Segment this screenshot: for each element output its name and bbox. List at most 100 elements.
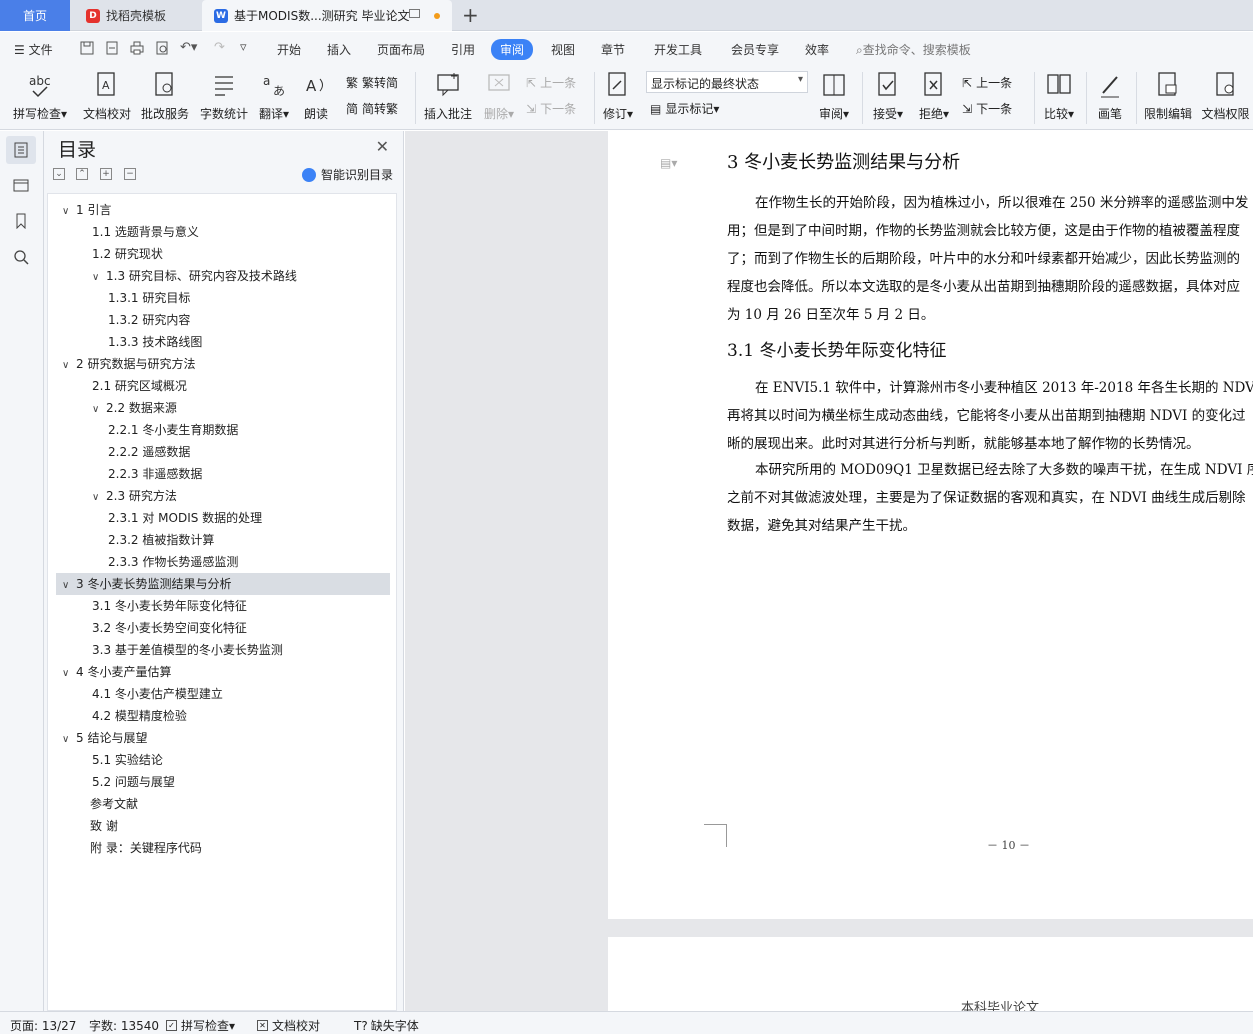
toc-item[interactable]: 2.3.2 植被指数计算 xyxy=(56,529,390,551)
toc-item[interactable]: ∨ 1 引言 xyxy=(56,199,390,221)
toc-item[interactable]: 2.3.3 作物长势遥感监测 xyxy=(56,551,390,573)
promote-level-icon[interactable]: + xyxy=(100,168,112,180)
close-icon[interactable]: ✕ xyxy=(376,137,389,156)
tab-document[interactable]: W 基于MODIS数...测研究 毕业论文 xyxy=(202,0,452,31)
prev-change-button[interactable]: ⇱ 上一条 xyxy=(962,74,1012,91)
print-icon[interactable] xyxy=(130,41,146,55)
collapse-all-icon[interactable]: ⌄ xyxy=(53,168,65,180)
toc-item[interactable]: 3.3 基于差值模型的冬小麦长势监测 xyxy=(56,639,390,661)
status-spell-check[interactable]: ✓ 拼写检查 ▾ xyxy=(166,1017,235,1034)
reject-button[interactable]: 拒绝▾ xyxy=(914,70,954,122)
chevron-down-icon[interactable]: ∨ xyxy=(92,399,106,421)
add-tab-button[interactable]: + xyxy=(462,3,479,27)
toc-item[interactable]: ∨ 2.2 数据来源 xyxy=(56,397,390,419)
chevron-down-icon[interactable]: ∨ xyxy=(62,729,76,751)
toc-item[interactable]: 2.2.2 遥感数据 xyxy=(56,441,390,463)
menu-chapter[interactable]: 章节 xyxy=(601,41,625,58)
expand-up-icon[interactable]: ⌃ xyxy=(76,168,88,180)
compare-button[interactable]: 比较▾ xyxy=(1038,70,1080,122)
chevron-down-icon[interactable]: ∨ xyxy=(62,355,76,377)
doc-proof-button[interactable]: A 文档校对 xyxy=(78,70,136,122)
toc-item[interactable]: 2.1 研究区域概况 xyxy=(56,375,390,397)
file-menu[interactable]: ☰ 文件 xyxy=(14,41,53,58)
find-icon[interactable] xyxy=(6,243,36,271)
delete-comment-button[interactable]: 删除▾ xyxy=(480,70,518,122)
toc-item[interactable]: 5.1 实验结论 xyxy=(56,749,390,771)
toc-item[interactable]: ∨ 2.3 研究方法 xyxy=(56,485,390,507)
demote-level-icon[interactable]: − xyxy=(124,168,136,180)
menu-member[interactable]: 会员专享 xyxy=(731,41,779,58)
chevron-down-icon[interactable]: ∨ xyxy=(62,663,76,685)
toc-item[interactable]: 2.2.3 非遥感数据 xyxy=(56,463,390,485)
trad-to-simp-button[interactable]: 繁繁转简 xyxy=(346,74,398,91)
toc-item[interactable]: 参考文献 xyxy=(56,793,390,815)
accept-button[interactable]: 接受▾ xyxy=(868,70,908,122)
show-markup-button[interactable]: ▤ 显示标记 ▾ xyxy=(650,100,719,117)
toc-item[interactable]: 4.1 冬小麦估产模型建立 xyxy=(56,683,390,705)
toc-item[interactable]: 1.1 选题背景与意义 xyxy=(56,221,390,243)
toc-item[interactable]: 2.3.1 对 MODIS 数据的处理 xyxy=(56,507,390,529)
next-comment-button[interactable]: ⇲ 下一条 xyxy=(526,100,576,117)
page-menu-icon[interactable]: ▤▾ xyxy=(660,156,677,170)
menu-start[interactable]: 开始 xyxy=(277,41,301,58)
command-search[interactable]: ⌕查找命令、搜索模板 xyxy=(856,41,971,58)
next-change-button[interactable]: ⇲ 下一条 xyxy=(962,100,1012,117)
document-page[interactable]: ▤▾ 3 冬小麦长势监测结果与分析 在作物生长的开始阶段，因为植株过小，所以很难… xyxy=(608,131,1253,919)
toc-item[interactable]: 1.2 研究现状 xyxy=(56,243,390,265)
toc-item[interactable]: ∨ 5 结论与展望 xyxy=(56,727,390,749)
toc-icon[interactable] xyxy=(6,136,36,164)
prev-comment-button[interactable]: ⇱ 上一条 xyxy=(526,74,576,91)
toc-item[interactable]: 3.1 冬小麦长势年际变化特征 xyxy=(56,595,390,617)
toc-item[interactable]: ∨ 4 冬小麦产量估算 xyxy=(56,661,390,683)
markup-state-select[interactable]: 显示标记的最终状态 xyxy=(646,71,808,93)
monitor-icon[interactable] xyxy=(409,9,420,18)
toc-item[interactable]: 致 谢 xyxy=(56,815,390,837)
status-missing-font[interactable]: T? 缺失字体 xyxy=(354,1017,419,1034)
chapter-nav-icon[interactable] xyxy=(6,171,36,199)
page-indicator[interactable]: 页面: 13/27 xyxy=(10,1017,76,1034)
toc-item[interactable]: 1.3.3 技术路线图 xyxy=(56,331,390,353)
export-pdf-icon[interactable] xyxy=(105,41,121,55)
tab-home[interactable]: 首页 xyxy=(0,0,70,31)
pen-button[interactable]: 画笔 xyxy=(1090,70,1130,122)
word-count-indicator[interactable]: 字数: 13540 xyxy=(89,1017,159,1034)
chevron-down-icon[interactable]: ∨ xyxy=(62,575,76,597)
insert-comment-button[interactable]: 插入批注 xyxy=(420,70,476,122)
undo-icon[interactable]: ↶▾ xyxy=(180,41,197,55)
toc-item[interactable]: 1.3.1 研究目标 xyxy=(56,287,390,309)
track-changes-button[interactable]: 修订▾ xyxy=(598,70,638,122)
status-doc-proof[interactable]: ✕ 文档校对 xyxy=(257,1017,320,1034)
ai-toc-button[interactable]: 智能识别目录 xyxy=(301,166,393,183)
spell-check-button[interactable]: abc 拼写检查▾ xyxy=(8,70,72,122)
menu-view[interactable]: 视图 xyxy=(551,41,575,58)
toc-item[interactable]: 1.3.2 研究内容 xyxy=(56,309,390,331)
menu-page-layout[interactable]: 页面布局 xyxy=(377,41,425,58)
toc-item[interactable]: 4.2 模型精度检验 xyxy=(56,705,390,727)
toc-item[interactable]: ∨ 3 冬小麦长势监测结果与分析 xyxy=(56,573,390,595)
menu-insert[interactable]: 插入 xyxy=(327,41,351,58)
tab-template[interactable]: D 找稻壳模板 xyxy=(72,0,200,31)
toc-item[interactable]: 2.2.1 冬小麦生育期数据 xyxy=(56,419,390,441)
menu-reference[interactable]: 引用 xyxy=(451,41,475,58)
menu-review[interactable]: 审阅 xyxy=(491,39,534,60)
read-aloud-button[interactable]: A 朗读 xyxy=(298,70,334,122)
translate-button[interactable]: aあ 翻译▾ xyxy=(254,70,294,122)
document-next-page[interactable]: 本科毕业论文 xyxy=(608,937,1253,1011)
redo-icon[interactable]: ↷ xyxy=(214,41,230,55)
toc-item[interactable]: ∨ 1.3 研究目标、研究内容及技术路线 xyxy=(56,265,390,287)
simp-to-trad-button[interactable]: 简简转繁 xyxy=(346,100,398,117)
restrict-edit-button[interactable]: 限制编辑 xyxy=(1140,70,1196,122)
word-count-button[interactable]: 字数统计 xyxy=(196,70,252,122)
toc-item[interactable]: 3.2 冬小麦长势空间变化特征 xyxy=(56,617,390,639)
toc-item[interactable]: 附 录：关键程序代码 xyxy=(56,837,390,859)
review-pane-button[interactable]: 审阅▾ xyxy=(814,70,854,122)
chevron-down-icon[interactable]: ∨ xyxy=(92,487,106,509)
menu-efficiency[interactable]: 效率 xyxy=(805,41,829,58)
menu-developer[interactable]: 开发工具 xyxy=(654,41,702,58)
doc-permission-button[interactable]: 文档权限 xyxy=(1198,70,1253,122)
chevron-down-icon[interactable]: ∨ xyxy=(62,201,76,223)
annotate-service-button[interactable]: 批改服务 xyxy=(138,70,192,122)
chevron-down-icon[interactable]: ∨ xyxy=(92,267,106,289)
bookmark-icon[interactable] xyxy=(6,207,36,235)
toc-item[interactable]: ∨ 2 研究数据与研究方法 xyxy=(56,353,390,375)
